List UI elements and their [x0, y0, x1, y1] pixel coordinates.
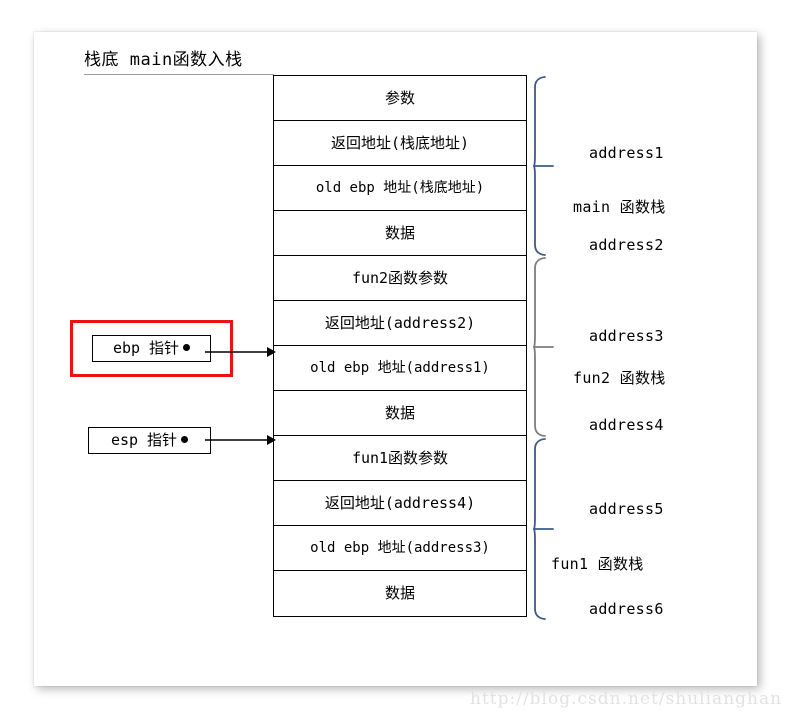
stack-row: old ebp 地址(address1): [274, 346, 526, 391]
stack-row: 数据: [274, 391, 526, 436]
esp-pointer-box[interactable]: esp 指针: [88, 427, 211, 454]
stack-row: 数据: [384, 584, 415, 602]
stack-row: 数据: [274, 211, 526, 256]
frame-name: fun2 函数栈: [573, 369, 666, 387]
frame-bottom-address: address4: [589, 416, 664, 434]
esp-pointer-dot-icon: [181, 436, 189, 443]
watermark: http://blog.csdn.net/shulianghan: [470, 689, 783, 709]
esp-pointer-arrow: [205, 433, 277, 447]
ebp-pointer-dot-icon: [183, 344, 191, 351]
stack-row: fun2函数参数: [274, 256, 526, 301]
title-underline: [84, 74, 274, 75]
stack-row: 参数: [274, 76, 526, 121]
frame-top-address: address1: [589, 144, 664, 162]
ebp-pointer-box[interactable]: ebp 指针: [92, 335, 211, 362]
ebp-pointer-arrow: [205, 345, 277, 359]
stack-row: old ebp 地址(栈底地址): [274, 166, 526, 211]
frame-name: main 函数栈: [573, 198, 666, 216]
stack-row: fun1函数参数: [274, 436, 526, 481]
frame-top-address: address5: [589, 500, 664, 518]
frame-bottom-address: address6: [589, 600, 664, 618]
stack-row: 返回地址(address4): [274, 481, 526, 526]
frame-name: fun1 函数栈: [551, 555, 644, 573]
esp-pointer-label: esp 指针: [110, 431, 178, 449]
stack-row: 返回地址(栈底地址): [274, 121, 526, 166]
stack-row: old ebp 地址(address3): [274, 526, 526, 571]
frame-bottom-address: address2: [589, 236, 664, 254]
frame-brace-fun1: [532, 438, 555, 620]
frame-top-address: address3: [589, 327, 664, 345]
frame-brace-fun2: [532, 257, 555, 437]
frame-brace-main: [532, 76, 555, 256]
stack-row: 返回地址(address2): [274, 301, 526, 346]
ebp-pointer-label: ebp 指针: [112, 339, 180, 357]
page-title: 栈底 main函数入栈: [84, 50, 243, 70]
stack-table: 参数 返回地址(栈底地址) old ebp 地址(栈底地址) 数据 fun2函数…: [273, 75, 527, 617]
